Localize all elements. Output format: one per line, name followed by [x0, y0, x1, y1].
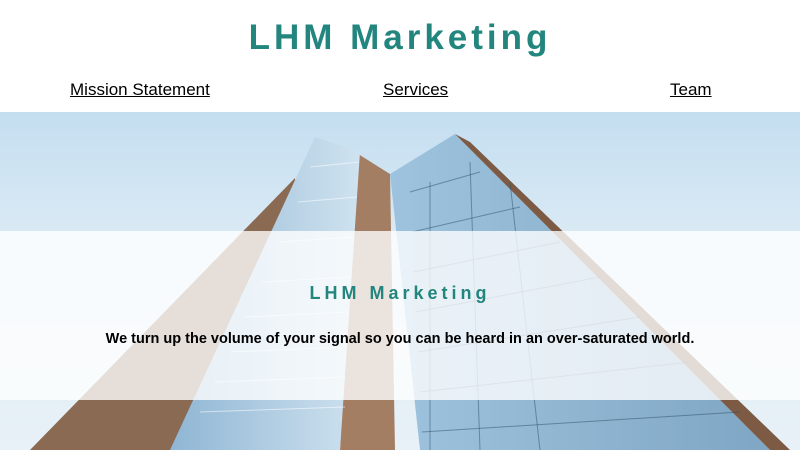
hero-text-band: LHM Marketing We turn up the volume of y… — [0, 231, 800, 400]
site-header: LHM Marketing Mission Statement Services… — [0, 0, 800, 112]
nav-link-team[interactable]: Team — [670, 80, 712, 100]
page: LHM Marketing Mission Statement Services… — [0, 0, 800, 450]
hero-title: LHM Marketing — [309, 283, 491, 303]
hero-section: LHM Marketing We turn up the volume of y… — [0, 112, 800, 450]
hero-tagline: We turn up the volume of your signal so … — [105, 331, 695, 347]
nav-link-services[interactable]: Services — [383, 80, 448, 100]
site-title: LHM Marketing — [248, 18, 552, 57]
nav-link-mission-statement[interactable]: Mission Statement — [70, 80, 210, 100]
